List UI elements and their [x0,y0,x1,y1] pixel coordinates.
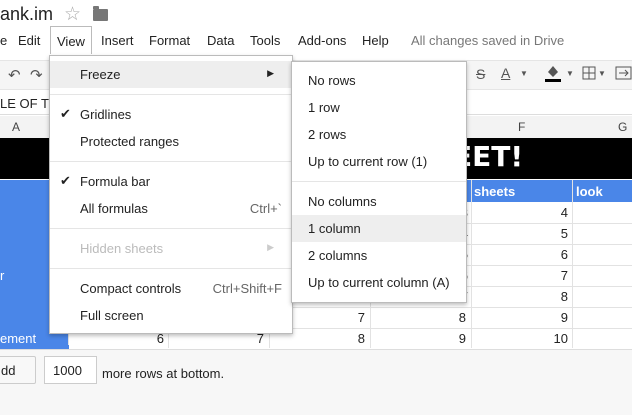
borders-dropdown-icon[interactable]: ▼ [598,69,606,78]
freeze-no-columns[interactable]: No columns [292,188,466,215]
menu-divider [292,181,466,182]
submenu-arrow-icon: ▶ [267,242,274,252]
document-title[interactable]: ank.im [0,4,53,25]
fill-color-dropdown-icon[interactable]: ▼ [566,69,574,78]
folder-icon[interactable] [93,6,108,21]
menu-divider [50,268,292,269]
add-rows-label: dd [1,363,16,378]
strikethrough-icon[interactable]: S [476,66,485,82]
cell-d[interactable]: 8 [325,331,365,346]
cell-f[interactable]: 10 [528,331,568,346]
menu-item-hidden-sheets: Hidden sheets ▶ [50,235,292,262]
more-rows-text: more rows at bottom. [102,366,225,381]
save-status: All changes saved in Drive [411,33,565,48]
header-cell-look: look [576,184,603,199]
menu-divider [50,94,292,95]
menu-divider [50,228,292,229]
menu-view-label: View [57,34,85,49]
menu-help[interactable]: Help [362,33,389,48]
menu-item-label: Formula bar [80,174,151,189]
menu-divider [50,161,292,162]
cell-c[interactable]: 7 [325,310,365,325]
menu-item-label: Gridlines [80,107,132,122]
menu-item-label: Hidden sheets [80,241,164,256]
freeze-1-row[interactable]: 1 row [292,94,466,121]
menu-item-label: Freeze [80,67,121,82]
borders-icon[interactable] [582,66,596,83]
menu-edit[interactable]: Edit [18,33,40,48]
checkmark-icon: ✔ [60,106,71,121]
freeze-2-rows[interactable]: 2 rows [292,121,466,148]
menu-data[interactable]: Data [207,33,234,48]
menu-bar: e Edit View Insert Format Data Tools Add… [0,26,632,54]
menu-item-label: Compact controls [80,281,182,296]
menu-item-freeze[interactable]: Freeze ▶ [50,61,292,88]
cell-f[interactable]: 9 [528,310,568,325]
cell-f[interactable]: 4 [528,205,568,220]
checkmark-icon: ✔ [60,173,71,188]
cell-f[interactable]: 7 [528,268,568,283]
redo-icon[interactable]: ↷ [30,66,43,84]
cell-content: LE OF TI [0,96,53,111]
menu-tools[interactable]: Tools [250,33,280,48]
cell-f[interactable]: 8 [528,289,568,304]
star-icon[interactable]: ☆ [64,3,81,26]
freeze-submenu: No rows 1 row 2 rows Up to current row (… [291,61,467,303]
menu-addons[interactable]: Add-ons [298,33,346,48]
submenu-arrow-icon: ▶ [267,68,274,78]
menu-item-compact-controls[interactable]: Compact controls Ctrl+Shift+F [50,275,292,302]
menu-insert[interactable]: Insert [101,33,134,48]
text-color-dropdown-icon[interactable]: ▼ [520,69,528,78]
menu-item-gridlines[interactable]: ✔ Gridlines [50,101,292,128]
freeze-up-to-current-column[interactable]: Up to current column (A) [292,269,466,296]
freeze-2-columns[interactable]: 2 columns [292,242,466,269]
menu-item-label: Full screen [80,308,144,323]
fill-color-icon[interactable] [544,63,562,83]
column-header-a[interactable]: A [12,120,20,134]
menu-item-formula-bar[interactable]: ✔ Formula bar [50,168,292,195]
merge-cells-icon[interactable] [615,66,632,83]
view-menu-dropdown: Freeze ▶ ✔ Gridlines Protected ranges ✔ … [49,55,293,334]
rows-count-input[interactable]: 1000 [44,356,97,384]
menu-file-partial[interactable]: e [0,33,7,48]
cell-e[interactable]: 9 [426,331,466,346]
cell-f[interactable]: 6 [528,247,568,262]
menu-view[interactable]: View [50,26,92,54]
freeze-up-to-current-row[interactable]: Up to current row (1) [292,148,466,175]
undo-icon[interactable]: ↶ [8,66,21,84]
text-color-icon[interactable]: A [501,65,510,81]
menu-item-full-screen[interactable]: Full screen [50,302,292,329]
add-rows-button[interactable]: dd [0,356,36,384]
shortcut-label: Ctrl+` [249,201,282,216]
menu-format[interactable]: Format [149,33,190,48]
menu-item-protected-ranges[interactable]: Protected ranges [50,128,292,155]
cell-d[interactable]: 8 [426,310,466,325]
cell-f[interactable]: 5 [528,226,568,241]
column-header-g[interactable]: G [618,120,627,134]
freeze-no-rows[interactable]: No rows [292,67,466,94]
header-cell-sheets: sheets [474,184,516,199]
menu-item-label: All formulas [80,201,148,216]
column-header-f[interactable]: F [518,120,525,134]
freeze-1-column[interactable]: 1 column [292,215,466,242]
menu-item-all-formulas[interactable]: All formulas Ctrl+` [50,195,292,222]
menu-item-label: Protected ranges [80,134,180,149]
shortcut-label: Ctrl+Shift+F [212,281,282,296]
